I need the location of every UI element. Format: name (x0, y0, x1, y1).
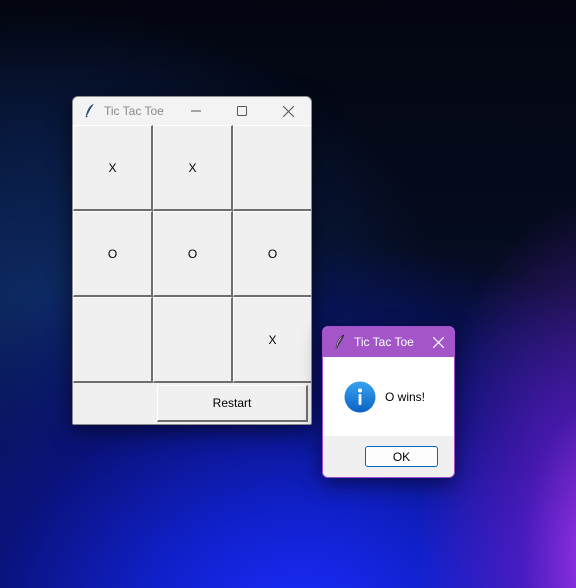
minimize-icon (191, 110, 201, 112)
feather-icon (332, 334, 348, 350)
ok-button[interactable]: OK (365, 446, 438, 467)
dialog-title: Tic Tac Toe (354, 335, 414, 349)
board-cell-2-2[interactable]: X (233, 297, 311, 383)
window-title: Tic Tac Toe (104, 104, 164, 118)
dialog-close-button[interactable] (422, 327, 454, 357)
dialog-message: O wins! (385, 390, 426, 404)
board-cell-0-2[interactable] (233, 125, 311, 211)
board-cell-2-0[interactable] (73, 297, 153, 383)
restart-button[interactable]: Restart (157, 385, 308, 422)
maximize-icon (237, 106, 247, 116)
dialog-titlebar[interactable]: Tic Tac Toe (323, 327, 454, 357)
game-board: X X O O O X (73, 125, 311, 383)
board-cell-0-1[interactable]: X (153, 125, 233, 211)
close-button[interactable] (265, 97, 311, 125)
dialog-footer: OK (323, 436, 454, 477)
board-cell-0-0[interactable]: X (73, 125, 153, 211)
board-cell-1-2[interactable]: O (233, 211, 311, 297)
feather-icon (82, 103, 98, 119)
board-cell-1-0[interactable]: O (73, 211, 153, 297)
board-cell-1-1[interactable]: O (153, 211, 233, 297)
tic-tac-toe-window: Tic Tac Toe X X O O O X Restart (72, 96, 312, 425)
window-titlebar[interactable]: Tic Tac Toe (73, 97, 311, 125)
info-icon (344, 381, 376, 413)
button-row: Restart (73, 383, 311, 424)
minimize-button[interactable] (173, 97, 219, 125)
dialog-body: O wins! (323, 357, 454, 436)
close-icon (432, 336, 444, 348)
board-cell-2-1[interactable] (153, 297, 233, 383)
message-dialog: Tic Tac Toe O wins! OK (322, 326, 455, 478)
maximize-button[interactable] (219, 97, 265, 125)
close-icon (282, 105, 294, 117)
